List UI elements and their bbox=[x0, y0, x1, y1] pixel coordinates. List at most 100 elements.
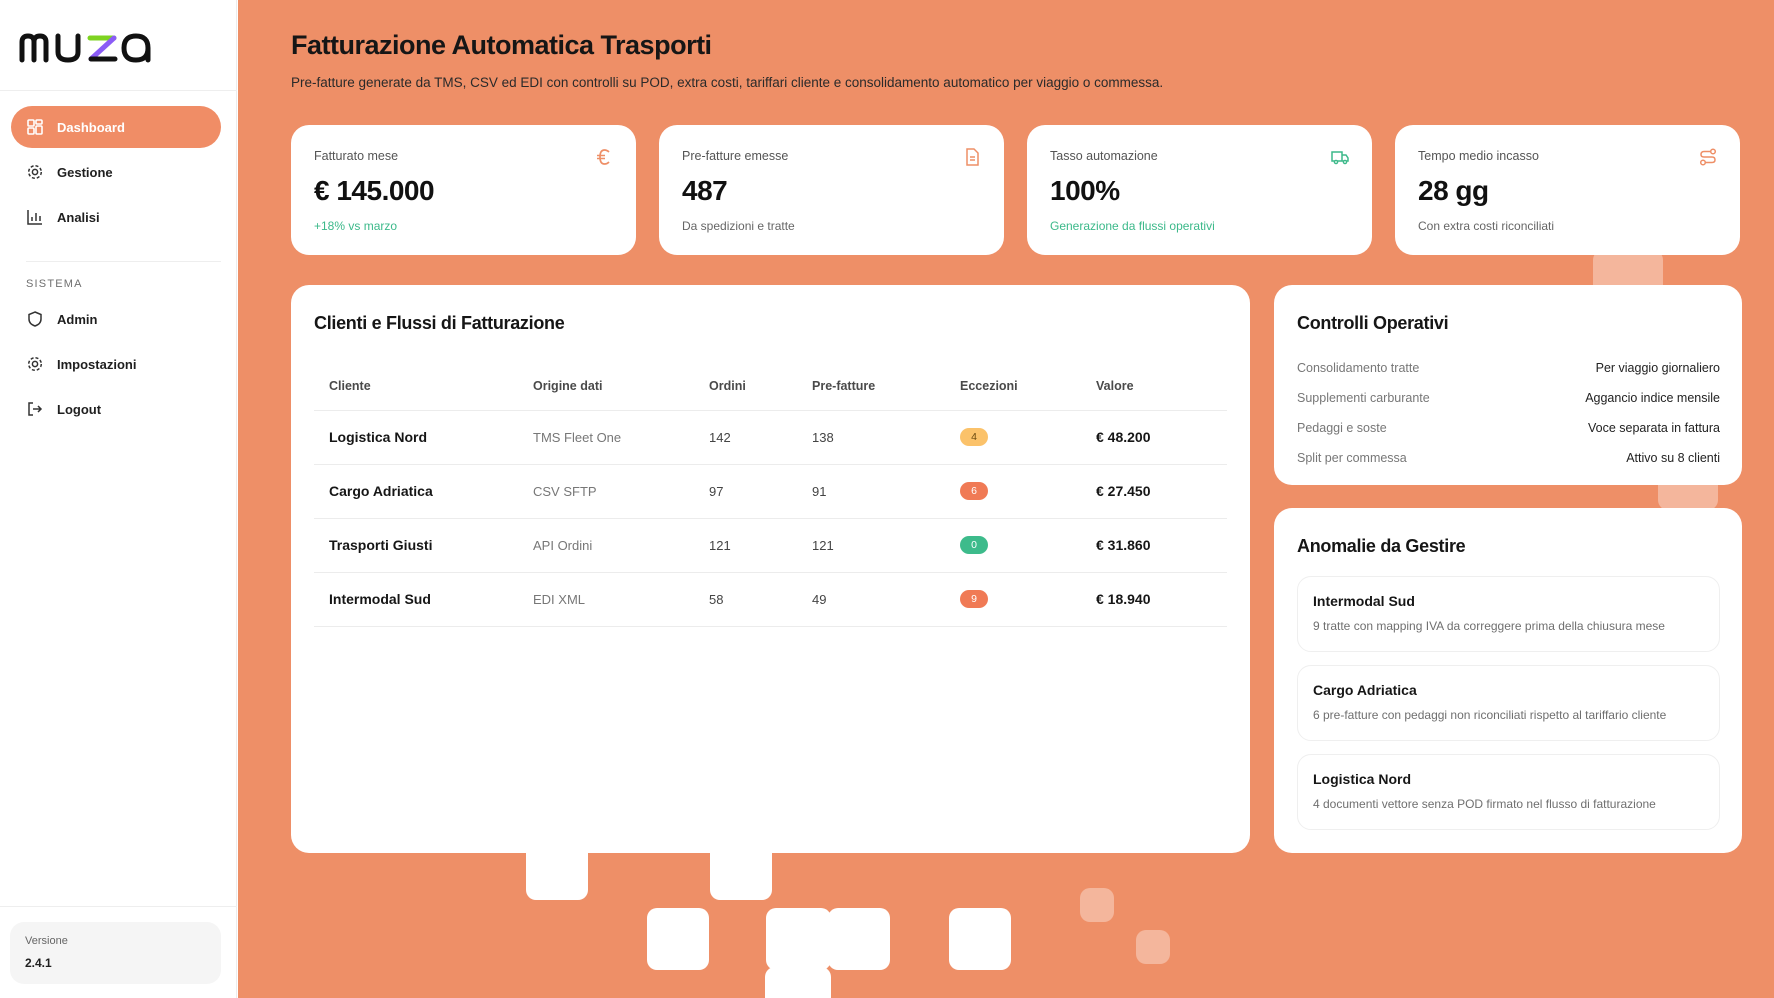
anomalies-title: Anomalie da Gestire bbox=[1297, 536, 1466, 556]
anomaly-description: 4 documenti vettore senza POD firmato ne… bbox=[1313, 797, 1656, 811]
anomalies-card: Anomalie da Gestire Intermodal Sud 9 tra… bbox=[1274, 508, 1742, 853]
decorative-tile bbox=[949, 908, 1011, 970]
control-value: Attivo su 8 clienti bbox=[1626, 451, 1720, 465]
nav-admin[interactable]: Admin bbox=[11, 298, 221, 340]
anomaly-title: Intermodal Sud bbox=[1313, 593, 1415, 609]
cell-exceptions: 6 bbox=[945, 464, 1081, 519]
table-row[interactable]: Logistica Nord TMS Fleet One 142 138 4 €… bbox=[314, 410, 1227, 465]
nav-label: Analisi bbox=[57, 209, 100, 225]
gear-icon bbox=[26, 163, 44, 181]
cell-prefatture: 91 bbox=[797, 464, 945, 519]
kpi-value: 487 bbox=[682, 175, 728, 206]
cell-client: Cargo Adriatica bbox=[314, 464, 518, 519]
main-content: Fatturazione Automatica Trasporti Pre-fa… bbox=[238, 0, 1774, 998]
nav-label: Admin bbox=[57, 311, 98, 327]
exception-badge: 9 bbox=[960, 590, 988, 608]
version-box: Versione 2.4.1 bbox=[10, 922, 221, 984]
anomaly-title: Cargo Adriatica bbox=[1313, 682, 1417, 698]
anomaly-item[interactable]: Cargo Adriatica 6 pre-fatture con pedagg… bbox=[1297, 665, 1720, 741]
kpi-value: 100% bbox=[1050, 175, 1120, 206]
cell-exceptions: 4 bbox=[945, 410, 1081, 465]
exception-badge: 0 bbox=[960, 536, 988, 554]
control-value: Aggancio indice mensile bbox=[1585, 391, 1720, 405]
anomaly-description: 9 tratte con mapping IVA da correggere p… bbox=[1313, 619, 1665, 633]
table-row[interactable]: Cargo Adriatica CSV SFTP 97 91 6 € 27.45… bbox=[314, 464, 1227, 519]
cell-prefatture: 121 bbox=[797, 518, 945, 573]
muza-logo[interactable] bbox=[18, 20, 198, 72]
column-header[interactable]: Cliente bbox=[314, 362, 518, 411]
cell-orders: 121 bbox=[694, 518, 797, 573]
column-header[interactable]: Eccezioni bbox=[945, 362, 1081, 411]
column-header[interactable]: Valore bbox=[1081, 362, 1227, 411]
bar-chart-icon bbox=[26, 208, 44, 226]
cell-origin: CSV SFTP bbox=[518, 464, 694, 519]
cell-client: Trasporti Giusti bbox=[314, 518, 518, 573]
cell-exceptions: 0 bbox=[945, 518, 1081, 573]
decorative-tile bbox=[766, 908, 831, 970]
section-label-sistema: SISTEMA bbox=[26, 278, 83, 290]
version-value: 2.4.1 bbox=[25, 956, 52, 970]
logout-icon bbox=[26, 400, 44, 418]
nav-impostazioni[interactable]: Impostazioni bbox=[11, 343, 221, 385]
control-key: Pedaggi e soste bbox=[1297, 421, 1387, 435]
cell-orders: 97 bbox=[694, 464, 797, 519]
anomaly-title: Logistica Nord bbox=[1313, 771, 1412, 787]
sidebar-divider bbox=[26, 261, 221, 262]
truck-icon bbox=[1330, 147, 1350, 167]
kpi-note: Generazione da flussi operativi bbox=[1050, 219, 1215, 233]
page-subtitle: Pre-fatture generate da TMS, CSV ed EDI … bbox=[291, 75, 1164, 90]
control-value: Voce separata in fattura bbox=[1587, 421, 1720, 435]
gear-icon bbox=[26, 355, 44, 373]
cell-origin: EDI XML bbox=[518, 572, 694, 627]
decorative-tile bbox=[1136, 930, 1170, 964]
route-icon bbox=[1698, 147, 1718, 167]
nav-gestione[interactable]: Gestione bbox=[11, 151, 221, 193]
kpi-card-automazione: Tasso automazione 100% Generazione da fl… bbox=[1027, 125, 1372, 255]
cell-value: € 48.200 bbox=[1081, 410, 1227, 465]
table-row[interactable]: Intermodal Sud EDI XML 58 49 9 € 18.940 bbox=[314, 572, 1227, 627]
kpi-card-fatturato: Fatturato mese € 145.000 +18% vs marzo bbox=[291, 125, 636, 255]
controls-card: Controlli Operativi Consolidamento tratt… bbox=[1274, 285, 1742, 485]
nav-analisi[interactable]: Analisi bbox=[11, 196, 221, 238]
control-row: Split per commessa Attivo su 8 clienti bbox=[1297, 451, 1720, 465]
table-row[interactable]: Trasporti Giusti API Ordini 121 121 0 € … bbox=[314, 518, 1227, 573]
control-row: Pedaggi e soste Voce separata in fattura bbox=[1297, 421, 1720, 435]
grid-icon bbox=[26, 118, 44, 136]
cell-origin: TMS Fleet One bbox=[518, 410, 694, 465]
kpi-note: +18% vs marzo bbox=[314, 219, 398, 233]
table-header-row: Cliente Origine dati Ordini Pre-fatture … bbox=[314, 362, 1227, 411]
cell-orders: 142 bbox=[694, 410, 797, 465]
kpi-label: Fatturato mese bbox=[314, 149, 399, 163]
column-header[interactable]: Pre-fatture bbox=[797, 362, 945, 411]
nav-label: Gestione bbox=[57, 164, 113, 180]
anomaly-item[interactable]: Intermodal Sud 9 tratte con mapping IVA … bbox=[1297, 576, 1720, 652]
exception-badge: 4 bbox=[960, 428, 988, 446]
cell-value: € 31.860 bbox=[1081, 518, 1227, 573]
cell-client: Intermodal Sud bbox=[314, 572, 518, 627]
kpi-note: Da spedizioni e tratte bbox=[682, 219, 795, 233]
control-row: Supplementi carburante Aggancio indice m… bbox=[1297, 391, 1720, 405]
decorative-tile bbox=[828, 908, 890, 970]
anomaly-item[interactable]: Logistica Nord 4 documenti vettore senza… bbox=[1297, 754, 1720, 830]
control-value: Per viaggio giornaliero bbox=[1595, 361, 1720, 375]
euro-icon bbox=[594, 147, 614, 167]
kpi-note: Con extra costi riconciliati bbox=[1418, 219, 1555, 233]
flows-title: Clienti e Flussi di Fatturazione bbox=[314, 313, 565, 333]
exception-badge: 6 bbox=[960, 482, 988, 500]
kpi-label: Pre-fatture emesse bbox=[682, 149, 789, 163]
cell-value: € 18.940 bbox=[1081, 572, 1227, 627]
shield-icon bbox=[26, 310, 44, 328]
sidebar-divider bbox=[0, 90, 237, 91]
column-header[interactable]: Origine dati bbox=[518, 362, 694, 411]
control-key: Consolidamento tratte bbox=[1297, 361, 1420, 375]
column-header[interactable]: Ordini bbox=[694, 362, 797, 411]
cell-exceptions: 9 bbox=[945, 572, 1081, 627]
flows-card: Clienti e Flussi di Fatturazione Cliente… bbox=[291, 285, 1250, 853]
document-icon bbox=[962, 147, 982, 167]
decorative-tile bbox=[1080, 888, 1114, 922]
cell-prefatture: 138 bbox=[797, 410, 945, 465]
nav-logout[interactable]: Logout bbox=[11, 388, 221, 430]
nav-dashboard[interactable]: Dashboard bbox=[11, 106, 221, 148]
cell-orders: 58 bbox=[694, 572, 797, 627]
kpi-label: Tempo medio incasso bbox=[1418, 149, 1539, 163]
